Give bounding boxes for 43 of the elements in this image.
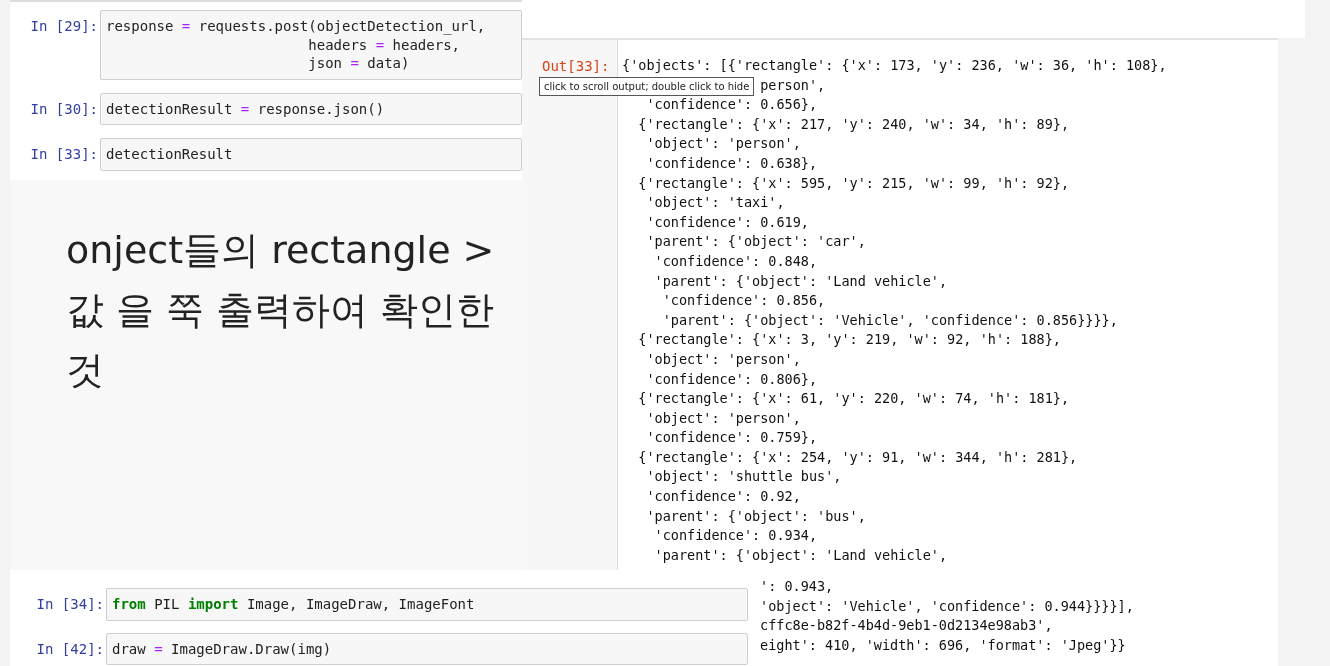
output-line: 'confidence': 0.856, (662, 292, 826, 309)
output-line: 'object': 'person', (646, 350, 801, 367)
output-line: 'object': 'shuttle bus', (646, 468, 842, 485)
code-cell[interactable]: from PIL import Image, ImageDraw, ImageFont (106, 588, 748, 621)
output-line: 'confidence': 0.934, (654, 527, 818, 544)
output-line: 'parent': {'object': 'Land vehicle', (654, 546, 948, 563)
output-line: 'parent': {'object': 'bus', (646, 507, 866, 524)
output-line: 'parent': {'object': 'Land vehicle', (654, 272, 948, 289)
output-line: eight': 410, 'width': 696, 'format': 'Jpeg'}} (760, 635, 1127, 655)
output-line: 'parent': {'object': 'car', (646, 233, 866, 250)
code-cell[interactable]: response = requests.post(objectDetection_url, headers = headers, json = data) (100, 10, 522, 80)
output-line: 'confidence': 0.806}, (646, 370, 818, 387)
output-line: 'object': 'taxi', (646, 194, 785, 211)
code-cell[interactable]: detectionResult (100, 138, 522, 171)
input-prompt: In [34]: (35, 595, 104, 613)
output-line: {'rectangle': {'x': 217, 'y': 240, 'w': 34, 'h': 89}, (638, 115, 1070, 132)
output-line: {'rectangle': {'x': 595, 'y': 215, 'w': 99, 'h': 92}, (638, 174, 1070, 191)
output-line: 'object': 'person', (646, 409, 801, 426)
output-line: cffc8e-b82f-4b4d-9eb1-0d2134e98ab3', (760, 616, 1054, 636)
output-line: {'rectangle': {'x': 61, 'y': 220, 'w': 74, 'h': 181}, (638, 390, 1070, 407)
output-line: 'parent': {'object': 'Vehicle', 'confidence': 0.856}}}}, (662, 311, 1118, 328)
input-prompt: In [30]: (29, 99, 98, 118)
input-prompt: In [29]: (29, 17, 98, 35)
output-line: 'confidence': 0.656}, (646, 96, 818, 113)
output-line: {'objects': [{'rectangle': {'x': 173, 'y': 236, 'w': 36, 'h': 108}, (622, 57, 1167, 73)
output-line: 'confidence': 0.848, (654, 252, 818, 269)
input-prompt: In [33]: (29, 145, 98, 163)
output-line: 'confidence': 0.92, (646, 488, 801, 505)
output-line: ': 0.943, (760, 577, 835, 596)
output-line: 'confidence': 0.619, (646, 213, 809, 230)
note-text: onject들의 rectangle > 값 을 쭉 출력하여 확인한 것 (66, 227, 496, 394)
output-line: {'rectangle': {'x': 3, 'y': 219, 'w': 92, 'h': 188}, (638, 331, 1061, 348)
output-line: {'rectangle': {'x': 254, 'y': 91, 'w': 344, 'h': 281}, (638, 448, 1078, 465)
output-line: 'confidence': 0.759}, (646, 429, 818, 446)
code-cell[interactable]: detectionResult = response.json() (100, 92, 522, 125)
output-line: 'object': 'person', (646, 135, 801, 152)
tooltip: click to scroll output; double click to hide (539, 77, 755, 96)
output-line: 'object': 'Vehicle', 'confidence': 0.944}}}}], (760, 596, 1135, 616)
input-prompt: In [42]: (35, 639, 104, 658)
output-line: person', (760, 76, 826, 93)
output-line: 'confidence': 0.638}, (646, 154, 818, 171)
code-cell[interactable]: draw = ImageDraw.Draw(img) (106, 632, 748, 665)
output-prompt: Out[33]: (542, 57, 610, 75)
